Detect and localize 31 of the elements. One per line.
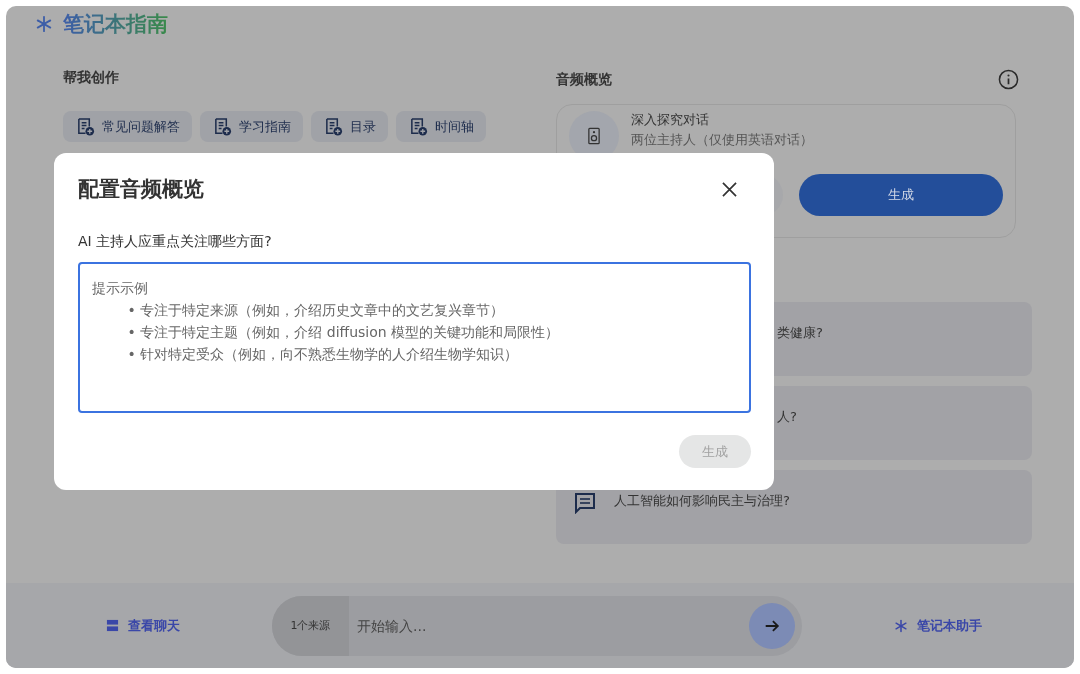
view-chat-button[interactable]: 查看聊天 — [100, 615, 186, 636]
question-text: 类健康? — [777, 324, 823, 342]
source-count-button[interactable]: 1个来源 — [272, 595, 349, 656]
generate-button[interactable]: 生成 — [799, 174, 1003, 216]
send-button[interactable] — [749, 602, 795, 649]
chat-panel-icon — [106, 619, 119, 632]
info-icon[interactable] — [998, 69, 1019, 90]
notebook-guide-title: 笔记本指南 — [63, 10, 168, 38]
audio-type-subtitle: 两位主持人（仅使用英语对话） — [631, 131, 813, 149]
section-heading: 帮我创作 — [63, 69, 120, 87]
note-add-icon — [76, 117, 95, 136]
note-add-icon — [213, 117, 232, 136]
field-label: AI 主持人应重点关注哪些方面? — [78, 233, 273, 251]
close-icon[interactable] — [722, 181, 737, 197]
sparkle-icon — [35, 15, 53, 33]
notebook-assistant-button[interactable]: 笔记本助手 — [888, 615, 988, 636]
sparkle-icon — [894, 618, 908, 633]
dialog-title: 配置音频概览 — [78, 176, 204, 203]
create-chip[interactable]: 目录 — [311, 111, 388, 142]
chat-input-field[interactable]: 开始输入... — [349, 616, 749, 635]
note-add-icon — [324, 117, 343, 136]
create-chip[interactable]: 时间轴 — [396, 111, 486, 142]
create-chip[interactable]: 学习指南 — [200, 111, 303, 142]
chat-bubble-icon — [574, 492, 596, 514]
focus-input-field[interactable]: 提示示例 • 专注于特定来源（例如，介绍历史文章中的文艺复兴章节） • 专注于特定主题（例如，介绍 diffusion 模型的关键功能和局限性） • 针对特定受众（例如，向不熟悉生物学的人介绍生物学知识） — [78, 262, 751, 413]
audio-type-title: 深入探究对话 — [631, 111, 710, 129]
section-heading: 音频概览 — [556, 70, 612, 89]
create-chip[interactable]: 常见问题解答 — [63, 111, 192, 142]
question-text: 人? — [777, 408, 797, 426]
question-text: 人工智能如何影响民主与治理? — [614, 492, 790, 510]
note-add-icon — [409, 117, 428, 136]
